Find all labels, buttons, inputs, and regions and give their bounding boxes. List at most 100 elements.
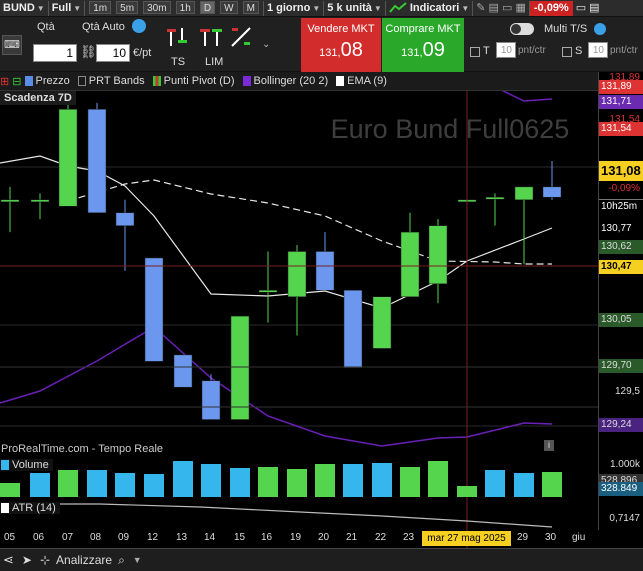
ts-icon[interactable] (166, 26, 188, 48)
mode-selector[interactable]: Full ▼ (49, 0, 86, 16)
tf-m[interactable]: M (242, 0, 259, 14)
volume-bars (0, 461, 562, 497)
change-badge: -0,09% (529, 0, 573, 16)
crosshair-date-badge: mar 27 mag 2025 (422, 531, 511, 546)
candle-body (287, 251, 307, 297)
info-icon[interactable] (132, 19, 146, 33)
stop-icon[interactable] (230, 26, 252, 48)
tf-1m[interactable]: 1m (89, 0, 112, 14)
price-axis[interactable]: 131,89 131,89 131,71 131,54 131,54 131,0… (598, 72, 643, 530)
legend-prt[interactable]: PRT Bands (77, 75, 145, 87)
volume-bar (514, 473, 534, 497)
legend-pivot-label: Punti Pivot (D) (163, 75, 235, 87)
timeframe-group: 1m 5m 30m 1h D W M (85, 0, 264, 16)
bollinger-swatch (242, 76, 251, 86)
axis-badge: 129,24 (599, 418, 643, 432)
date-tick: 13 (176, 532, 188, 543)
s-unit-label: pnt/ctr (610, 45, 638, 56)
s-label: S (575, 45, 583, 57)
atr-legend[interactable]: ATR (14) (0, 502, 60, 514)
lot-input[interactable]: 10 (96, 44, 130, 62)
tf-30m[interactable]: 30m (143, 0, 171, 14)
candle-body (428, 225, 448, 285)
legend-price[interactable]: Prezzo (24, 75, 70, 87)
chevron-down-icon[interactable]: ▼ (133, 555, 142, 565)
date-tick: 15 (234, 532, 246, 543)
top-toolbar: BUND ▼ Full ▼ 1m 5m 30m 1h D W M 1 giorno ▼… (0, 0, 643, 17)
axis-label: 129,5 (614, 386, 640, 397)
analyze-button[interactable]: Analizzare (56, 553, 112, 567)
tf-w[interactable]: W (220, 0, 238, 14)
info-icon[interactable]: i (544, 440, 554, 451)
chart-watermark: Euro Bund Full0625 (331, 114, 570, 144)
moving-average-dashed-line (67, 179, 552, 265)
indicator-legend-row: ⊞ ⊟ Prezzo PRT Bands Punti Pivot (D) Bol… (0, 72, 598, 91)
price-swatch (24, 76, 33, 86)
lim-icon[interactable] (199, 26, 223, 48)
candle-body (542, 186, 562, 198)
legend-price-label: Prezzo (35, 75, 70, 87)
multi-ts-toggle[interactable] (510, 23, 534, 35)
layout-icon[interactable]: ▭ ▤ (573, 1, 603, 16)
link-icon[interactable]: ⛓ (80, 44, 97, 62)
crosshair-icon[interactable]: ⊹ (40, 553, 50, 567)
indicators-button[interactable]: Indicatori ▼ (386, 0, 474, 16)
chevron-down-icon: ▼ (73, 3, 82, 13)
buy-market-button[interactable]: Comprare MKT 131,09 (382, 18, 464, 72)
tf-1h[interactable]: 1h (175, 0, 195, 14)
tf-5m[interactable]: 5m (116, 0, 139, 14)
tf-d[interactable]: D (199, 0, 216, 14)
candle-body (315, 251, 335, 291)
candle-body (230, 315, 250, 420)
chevron-down-icon: ▼ (36, 3, 45, 13)
s-checkbox[interactable] (562, 47, 572, 57)
volume-bar (485, 470, 505, 497)
draw-tools[interactable]: ✎ ▤ ▭ ▦ (473, 0, 530, 16)
volume-bar (400, 467, 420, 497)
price-chart[interactable]: Euro Bund Full0625 (0, 91, 598, 548)
keyboard-icon[interactable]: ⌨ (2, 35, 22, 55)
date-tick: 08 (90, 532, 102, 543)
pivot-swatch (152, 76, 161, 86)
share-icon[interactable]: ⋖ (3, 552, 14, 568)
volume-bar (258, 467, 278, 497)
candle-body (87, 109, 107, 213)
chevron-down-icon[interactable]: ⌄ (262, 39, 270, 50)
ts-label: TS (171, 56, 186, 68)
sell-price-small: 131, (319, 47, 341, 59)
volume-legend[interactable]: Volume (0, 459, 53, 471)
zoom-icon[interactable]: ⌕ (118, 553, 125, 568)
qty-label: Qtà (37, 21, 55, 33)
units-label: 5 k unità (327, 1, 372, 14)
volume-bar (230, 468, 250, 497)
t-checkbox[interactable] (470, 47, 480, 57)
legend-ema[interactable]: EMA (9) (336, 75, 387, 87)
lim-label: LIM (205, 56, 224, 68)
sell-market-button[interactable]: Vendere MKT 131,08 (301, 18, 381, 72)
candle-body (173, 354, 193, 388)
date-tick: 19 (290, 532, 302, 543)
legend-bollinger[interactable]: Bollinger (20 2) (242, 75, 328, 87)
volume-bar (542, 472, 562, 497)
expiry-badge: Scadenza 7D (0, 91, 76, 105)
candle-body (343, 290, 363, 369)
volume-swatch (1, 460, 9, 470)
units-selector[interactable]: 5 k unità ▼ (324, 0, 386, 16)
candle-body (30, 199, 50, 203)
instrument-selector[interactable]: BUND ▼ (0, 0, 49, 16)
t-points-input[interactable]: 10 (496, 42, 516, 58)
add-indicator-icon[interactable]: ⊞ ⊟ (0, 75, 22, 88)
s-points-input[interactable]: 10 (588, 42, 608, 58)
period-selector[interactable]: 1 giorno ▼ (264, 0, 325, 16)
legend-pivot[interactable]: Punti Pivot (D) (152, 75, 235, 87)
qty-input[interactable]: 1 (33, 44, 77, 62)
legend-prt-label: PRT Bands (88, 75, 145, 87)
sell-label: Vendere MKT (307, 23, 375, 35)
cursor-icon[interactable]: ➤ (22, 553, 32, 567)
date-tick: 20 (318, 532, 330, 543)
info-icon[interactable] (594, 23, 606, 35)
candle-body (201, 380, 221, 420)
volume-bar (343, 464, 363, 497)
atr-line (0, 503, 553, 528)
volume-bar (428, 461, 448, 497)
